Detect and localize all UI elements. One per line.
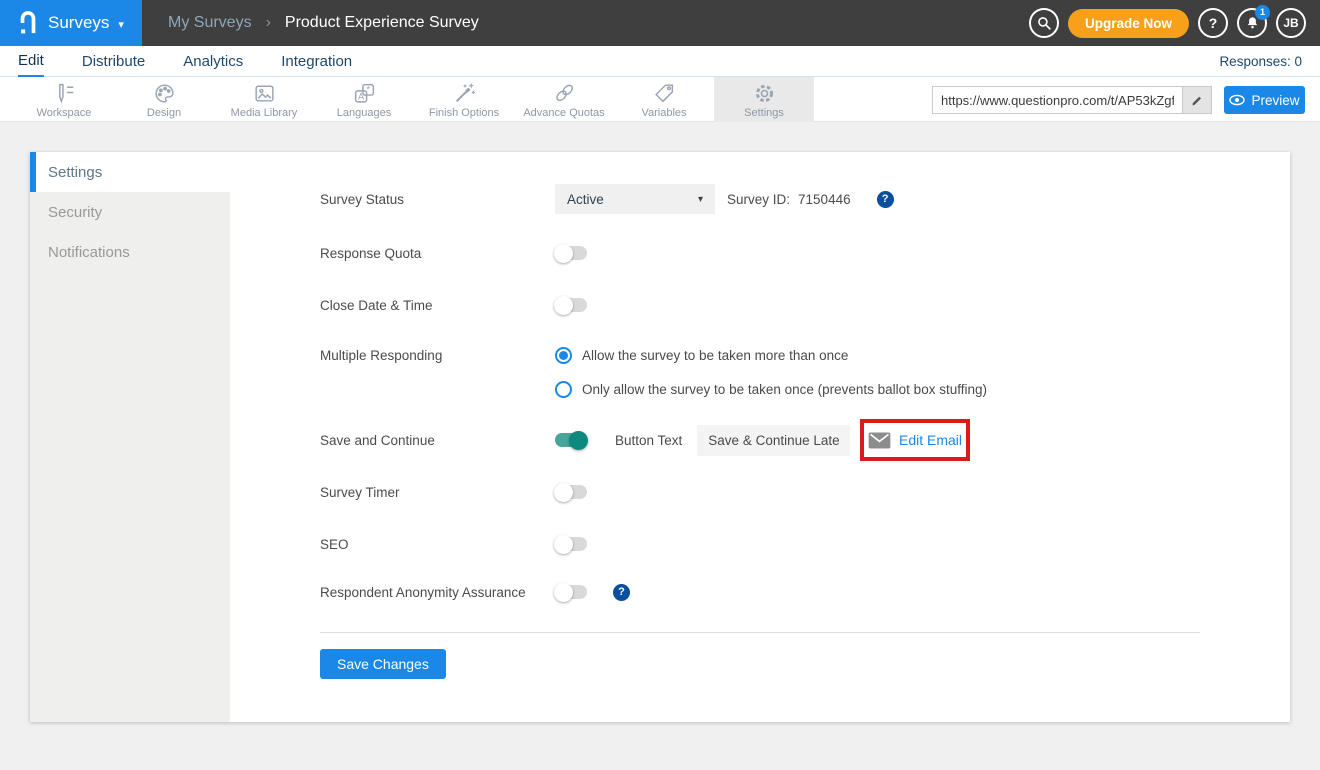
sidebar-item-settings[interactable]: Settings — [30, 152, 230, 192]
media-library-icon — [252, 81, 277, 106]
survey-url-group — [932, 86, 1212, 114]
edit-toolbar: Workspace Design Media Library — [0, 77, 1320, 122]
survey-status-value: Active — [567, 192, 604, 207]
questionpro-logo-icon — [17, 9, 39, 37]
anonymity-row: Respondent Anonymity Assurance ? — [320, 577, 630, 607]
close-date-row: Close Date & Time — [320, 290, 587, 320]
breadcrumb: My Surveys › Product Experience Survey — [168, 14, 479, 32]
breadcrumb-my-surveys[interactable]: My Surveys — [168, 14, 252, 32]
user-avatar[interactable]: JB — [1276, 8, 1306, 38]
page: Surveys ▾ My Surveys › Product Experienc… — [0, 0, 1320, 770]
notification-count-badge: 1 — [1255, 5, 1270, 20]
radio-single-only[interactable] — [555, 381, 572, 398]
upgrade-now-button[interactable]: Upgrade Now — [1068, 9, 1189, 38]
close-date-label: Close Date & Time — [320, 298, 555, 313]
toolbar-item-finish-options[interactable]: Finish Options — [414, 77, 514, 122]
header-actions: Upgrade Now ? 1 JB — [1029, 0, 1306, 46]
save-continue-label: Save and Continue — [320, 433, 555, 448]
toolbar-item-settings[interactable]: Settings — [714, 77, 814, 122]
variables-tag-icon — [652, 81, 677, 106]
survey-status-dropdown[interactable]: Active ▾ — [555, 184, 715, 214]
question-mark-icon: ? — [1209, 15, 1218, 31]
content-divider — [320, 632, 1200, 633]
app-logo-menu[interactable]: Surveys ▾ — [0, 0, 142, 46]
edit-email-highlight-box: Edit Email — [860, 419, 970, 461]
response-quota-row: Response Quota — [320, 238, 587, 268]
survey-timer-toggle[interactable] — [555, 485, 587, 499]
response-quota-label: Response Quota — [320, 246, 555, 261]
svg-text:*: * — [366, 84, 370, 94]
survey-timer-row: Survey Timer — [320, 477, 587, 507]
survey-timer-label: Survey Timer — [320, 485, 555, 500]
edit-url-button[interactable] — [1182, 86, 1212, 114]
toolbar-item-advance-quotas[interactable]: Advance Quotas — [514, 77, 614, 122]
seo-label: SEO — [320, 537, 555, 552]
survey-id-label: Survey ID: — [727, 192, 790, 207]
tab-distribute[interactable]: Distribute — [82, 46, 145, 77]
seo-toggle[interactable] — [555, 537, 587, 551]
design-palette-icon — [152, 81, 177, 106]
survey-status-row: Survey Status Active ▾ Survey ID: 715044… — [320, 184, 894, 214]
top-header: Surveys ▾ My Surveys › Product Experienc… — [0, 0, 1320, 46]
anonymity-help-icon[interactable]: ? — [613, 584, 630, 601]
edit-email-link[interactable]: Edit Email — [899, 432, 962, 448]
advance-quotas-link-icon — [552, 81, 577, 106]
survey-url-input[interactable] — [932, 86, 1182, 114]
responses-count: Responses: 0 — [1219, 54, 1302, 69]
preview-button[interactable]: Preview — [1224, 86, 1305, 114]
workspace-icon — [52, 81, 77, 106]
tab-edit[interactable]: Edit — [18, 46, 44, 77]
survey-id-help-icon[interactable]: ? — [877, 191, 894, 208]
radio-single-only-label: Only allow the survey to be taken once (… — [582, 382, 987, 397]
multiple-responding-row: Multiple Responding Allow the survey to … — [320, 344, 848, 366]
toolbar-item-workspace[interactable]: Workspace — [14, 77, 114, 122]
finish-options-wand-icon — [452, 81, 477, 106]
close-date-toggle[interactable] — [555, 298, 587, 312]
survey-id-value: 7150446 — [798, 192, 851, 207]
save-continue-toggle[interactable] — [555, 433, 587, 447]
help-button[interactable]: ? — [1198, 8, 1228, 38]
anonymity-toggle[interactable] — [555, 585, 587, 599]
notifications-button[interactable]: 1 — [1237, 8, 1267, 38]
sidebar-item-security[interactable]: Security — [30, 192, 230, 232]
radio-multiple-allowed-label: Allow the survey to be taken more than o… — [582, 348, 848, 363]
search-icon — [1036, 15, 1052, 31]
product-name: Surveys — [48, 13, 109, 33]
toolbar-item-media-library[interactable]: Media Library — [214, 77, 314, 122]
settings-card: Settings Security Notifications Survey S… — [30, 152, 1290, 722]
languages-icon: * A — [352, 81, 377, 106]
breadcrumb-current-survey: Product Experience Survey — [285, 14, 479, 32]
toolbar-item-languages[interactable]: * A Languages — [314, 77, 414, 122]
anonymity-label: Respondent Anonymity Assurance — [320, 585, 555, 600]
radio-multiple-allowed[interactable] — [555, 347, 572, 364]
response-quota-toggle[interactable] — [555, 246, 587, 260]
chevron-down-icon: ▾ — [698, 194, 703, 205]
multiple-responding-label: Multiple Responding — [320, 348, 555, 363]
single-responding-row: Only allow the survey to be taken once (… — [555, 378, 987, 400]
avatar-initials: JB — [1283, 16, 1298, 30]
survey-tabs: Edit Distribute Analytics Integration Re… — [0, 46, 1320, 77]
search-button[interactable] — [1029, 8, 1059, 38]
settings-gear-icon — [752, 81, 777, 106]
toolbar-item-design[interactable]: Design — [114, 77, 214, 122]
save-changes-button[interactable]: Save Changes — [320, 649, 446, 679]
email-envelope-icon — [868, 432, 891, 449]
save-continue-row: Save and Continue Button Text — [320, 425, 850, 455]
eye-icon — [1229, 94, 1245, 106]
breadcrumb-separator-icon: › — [266, 14, 271, 32]
survey-status-label: Survey Status — [320, 192, 555, 207]
button-text-label: Button Text — [615, 433, 682, 448]
toolbar-item-variables[interactable]: Variables — [614, 77, 714, 122]
svg-text:A: A — [358, 91, 364, 101]
seo-row: SEO — [320, 529, 587, 559]
sidebar-item-notifications[interactable]: Notifications — [30, 232, 230, 272]
settings-sidebar: Security Notifications — [30, 192, 230, 722]
tab-integration[interactable]: Integration — [281, 46, 352, 77]
chevron-down-icon: ▾ — [118, 18, 124, 31]
tab-analytics[interactable]: Analytics — [183, 46, 243, 77]
pencil-icon — [1190, 93, 1204, 107]
button-text-input[interactable] — [697, 425, 850, 456]
